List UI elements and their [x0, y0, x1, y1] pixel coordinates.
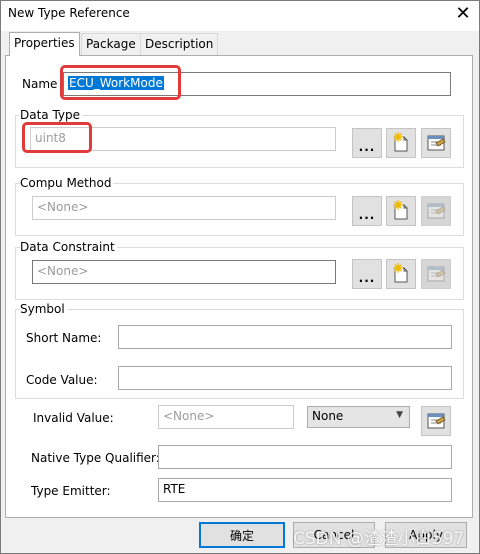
- name-highlight-box: [60, 65, 181, 100]
- properties-icon: [425, 132, 447, 154]
- new-item-icon: [390, 200, 412, 222]
- type-emitter-label: Type Emitter:: [31, 484, 111, 498]
- close-button[interactable]: ✕: [452, 4, 474, 26]
- data-type-label: Data Type: [20, 108, 83, 122]
- invalid-value-label: Invalid Value:: [33, 411, 114, 425]
- data-constraint-new-button[interactable]: [386, 259, 416, 289]
- new-item-icon: [390, 132, 412, 154]
- compu-method-browse-button[interactable]: ...: [352, 196, 382, 226]
- invalid-value-edit-button[interactable]: [421, 406, 451, 436]
- properties-icon: [425, 200, 447, 222]
- data-constraint-label: Data Constraint: [20, 240, 117, 254]
- short-name-label: Short Name:: [26, 331, 102, 345]
- compu-method-edit-button: [421, 196, 451, 226]
- data-type-highlight-box: [22, 122, 92, 153]
- invalid-value-select-text: None: [312, 409, 344, 423]
- data-type-browse-button[interactable]: ...: [352, 128, 382, 158]
- type-emitter-input[interactable]: RTE: [158, 478, 452, 502]
- data-constraint-browse-button[interactable]: ...: [352, 259, 382, 289]
- name-label: Name: [22, 77, 58, 91]
- compu-method-field: <None>: [32, 196, 336, 220]
- properties-icon: [425, 410, 447, 432]
- data-type-new-button[interactable]: [386, 128, 416, 158]
- window-title: New Type Reference: [8, 6, 130, 20]
- data-constraint-field: <None>: [32, 260, 336, 284]
- new-item-icon: [390, 263, 412, 285]
- code-value-input[interactable]: [118, 366, 452, 390]
- data-type-edit-button[interactable]: [421, 128, 451, 158]
- tab-description[interactable]: Description: [140, 33, 219, 55]
- compu-method-new-button[interactable]: [386, 196, 416, 226]
- ok-button[interactable]: 确定: [199, 522, 285, 548]
- tab-properties[interactable]: Properties: [9, 32, 80, 56]
- symbol-label: Symbol: [20, 302, 67, 316]
- invalid-value-field: <None>: [158, 405, 294, 429]
- native-type-qualifier-label: Native Type Qualifier:: [31, 451, 160, 465]
- chevron-down-icon: ▼: [396, 410, 403, 420]
- short-name-input[interactable]: [118, 325, 452, 349]
- code-value-label: Code Value:: [26, 373, 98, 387]
- compu-method-label: Compu Method: [20, 176, 114, 190]
- invalid-value-select[interactable]: None ▼: [307, 406, 410, 428]
- data-constraint-edit-button: [421, 259, 451, 289]
- tab-package[interactable]: Package: [81, 33, 141, 55]
- watermark: CSDN @渣渣小白597: [293, 529, 465, 549]
- native-type-qualifier-input[interactable]: [158, 445, 452, 469]
- properties-icon: [425, 263, 447, 285]
